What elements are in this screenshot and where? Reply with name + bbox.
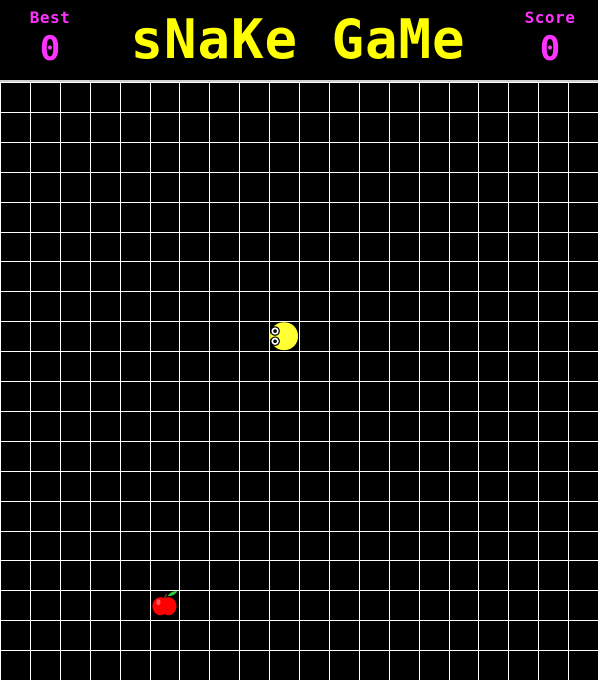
current-score: Score 0 — [510, 8, 590, 69]
game-header: Best 0 sNaKe GaMe Score 0 — [0, 0, 598, 80]
grid-lines — [0, 82, 598, 680]
apple-body-right — [160, 597, 177, 616]
snake-game: Best 0 sNaKe GaMe Score 0 — [0, 0, 598, 680]
best-value: 0 — [39, 29, 61, 69]
game-title: sNaKe GaMe — [130, 10, 466, 70]
board-canvas — [0, 82, 598, 680]
score-value: 0 — [539, 29, 561, 69]
best-label: Best — [29, 8, 71, 27]
score-label: Score — [524, 8, 576, 27]
snake-pupil — [273, 329, 277, 333]
game-board[interactable] — [0, 82, 598, 680]
snake — [270, 322, 298, 351]
best-score: Best 0 — [10, 8, 90, 69]
apple-leaf — [167, 591, 178, 597]
apple — [152, 591, 178, 616]
snake-pupil — [273, 339, 277, 344]
apple-highlight — [156, 599, 161, 606]
